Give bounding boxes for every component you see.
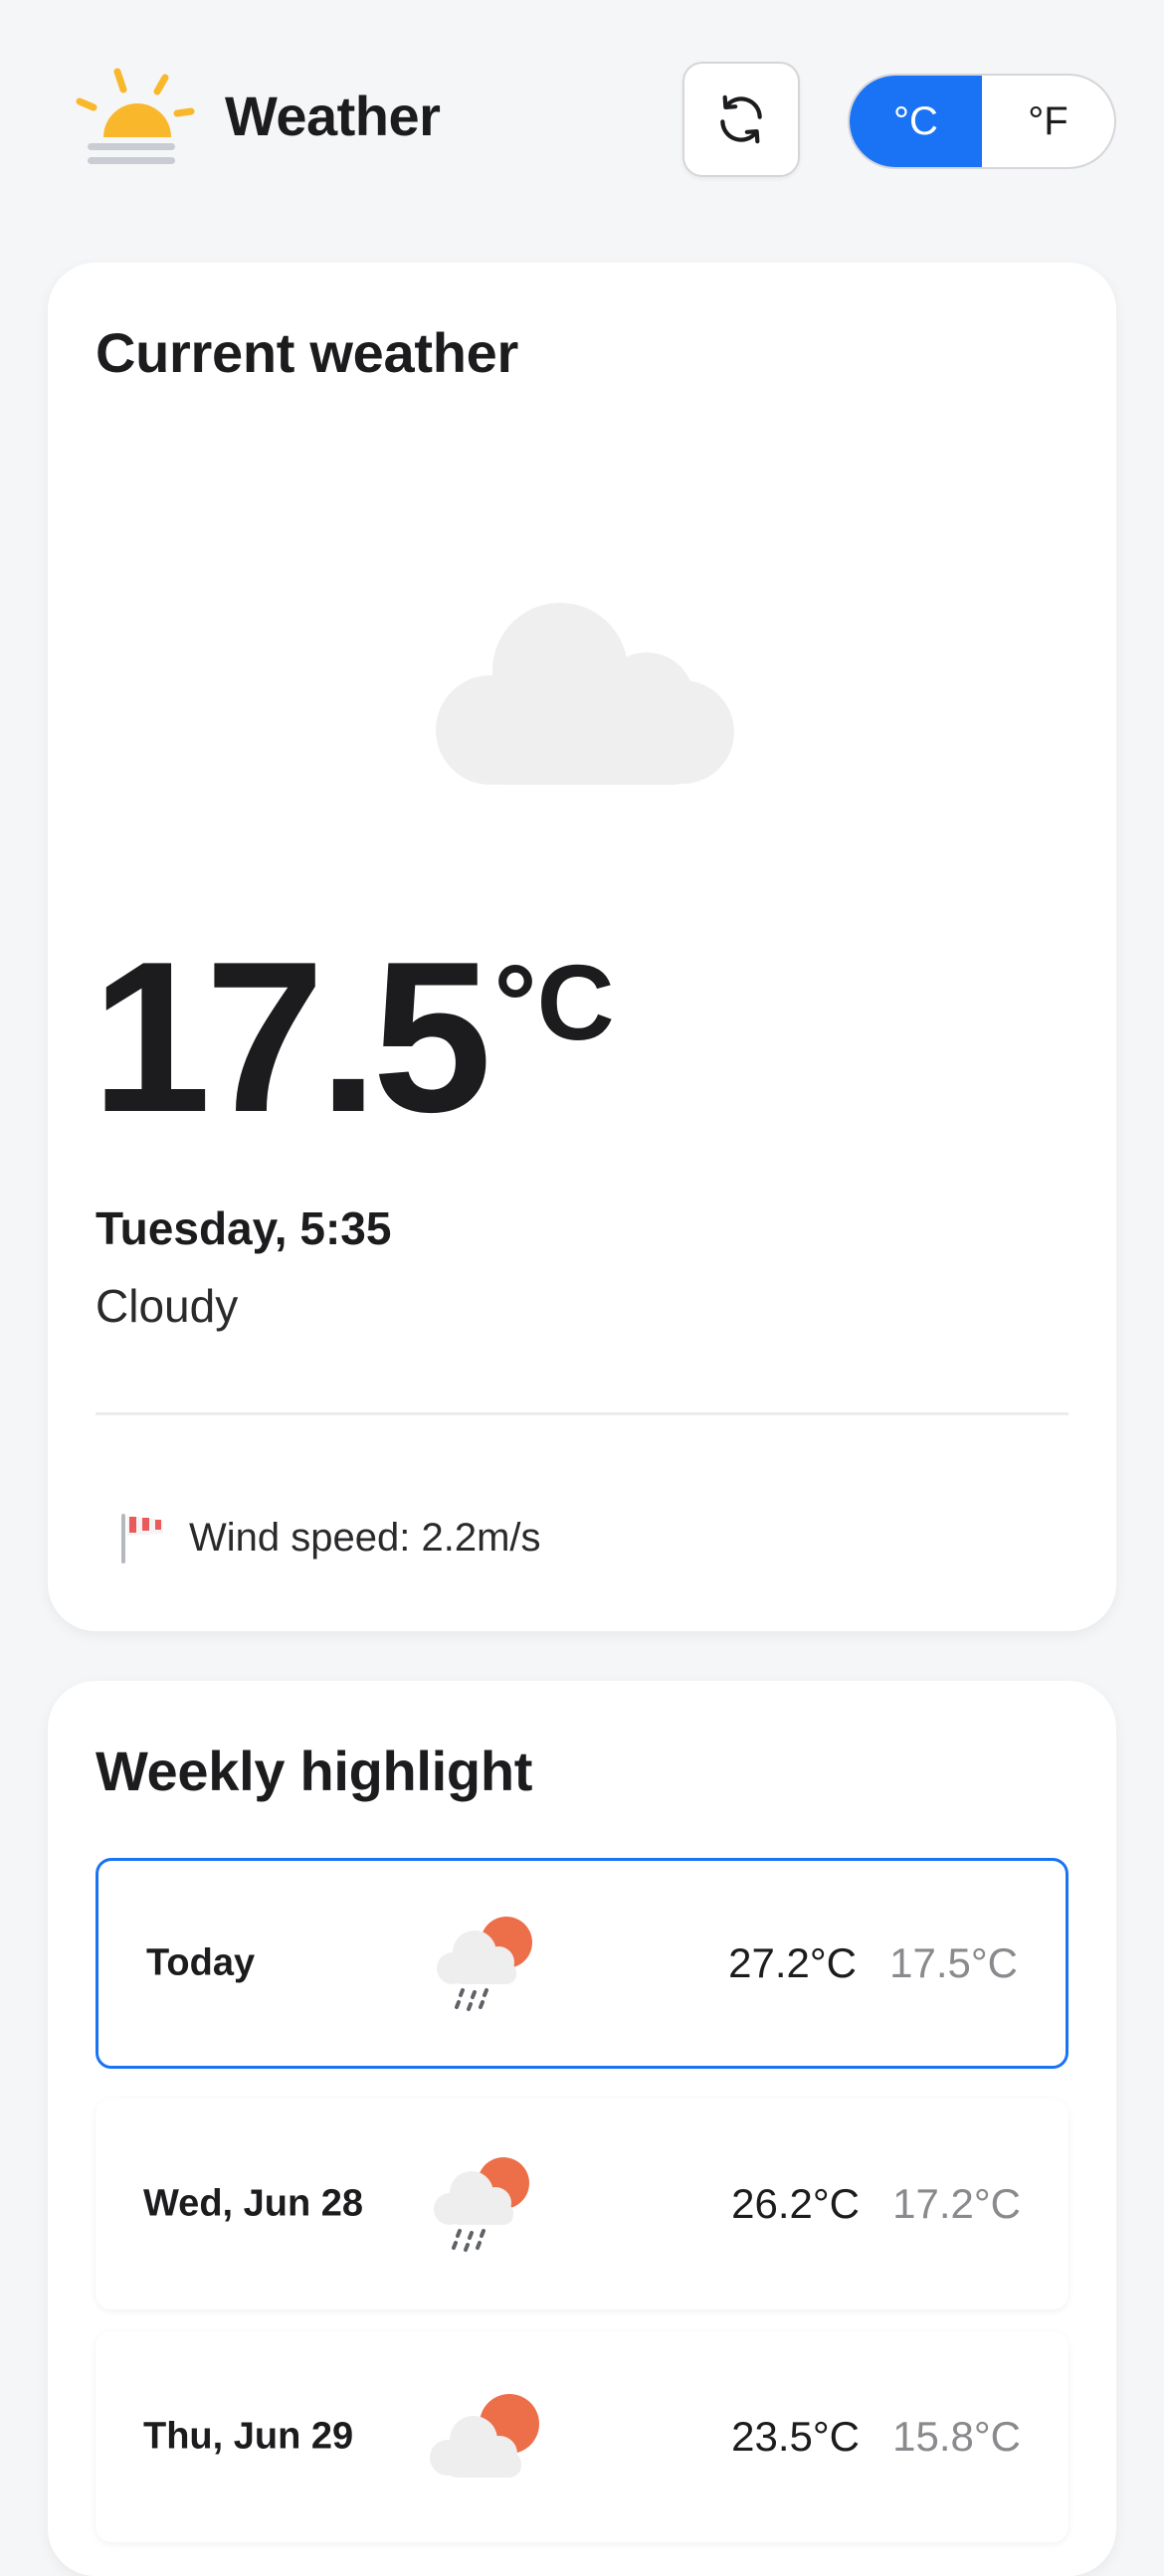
windsock-icon (121, 1514, 163, 1564)
day-row-thu-jun-29[interactable]: Thu, Jun 29 23.5°C 15.8°C (96, 2331, 1068, 2542)
app-header: Weather °C °F (0, 0, 1164, 239)
day-low-temp: 15.8°C (892, 2413, 1021, 2460)
current-datetime: Tuesday, 5:35 (96, 1202, 392, 1254)
divider (96, 1412, 1068, 1415)
sun-haze-icon (76, 68, 195, 164)
refresh-icon (720, 94, 762, 144)
rain-sun-icon (434, 2157, 529, 2252)
cloud-sun-icon (430, 2394, 539, 2478)
app-title: Weather (225, 85, 441, 147)
day-label: Thu, Jun 29 (143, 2415, 354, 2458)
day-low-temp: 17.5°C (889, 1939, 1018, 1986)
day-label: Today (146, 1941, 256, 1984)
day-high-temp: 23.5°C (731, 2413, 860, 2460)
current-temperature: 17.5 °C (92, 929, 615, 1144)
cloud-icon (436, 603, 734, 785)
weekly-highlight-title: Weekly highlight (96, 1740, 533, 1802)
day-high-temp: 26.2°C (731, 2180, 860, 2227)
day-low-temp: 17.2°C (892, 2180, 1021, 2227)
fahrenheit-option[interactable]: °F (982, 76, 1114, 167)
day-row-today[interactable]: Today 27.2°C 17.5°C (96, 1858, 1068, 2069)
current-weather-card: Current weather 17.5 °C Tuesday, 5:35 Cl… (48, 263, 1116, 1631)
unit-toggle: °C °F (848, 74, 1116, 169)
wind-speed-text: Wind speed: 2.2m/s (189, 1515, 541, 1560)
day-row-wed-jun-28[interactable]: Wed, Jun 28 26.2°C 17.2°C (96, 2099, 1068, 2309)
day-label: Wed, Jun 28 (143, 2182, 364, 2225)
temperature-value: 17.5 (92, 916, 491, 1157)
celsius-option[interactable]: °C (850, 76, 982, 167)
wind-speed: Wind speed: 2.2m/s (119, 1510, 541, 1565)
temperature-unit: °C (493, 942, 615, 1062)
weekly-highlight-card: Weekly highlight Today 27.2°C 17.5°C Wed… (48, 1681, 1116, 2576)
current-weather-title: Current weather (96, 321, 518, 384)
rain-sun-icon (437, 1917, 532, 2011)
day-high-temp: 27.2°C (728, 1939, 857, 1986)
current-condition: Cloudy (96, 1280, 239, 1332)
refresh-button[interactable] (682, 62, 800, 177)
